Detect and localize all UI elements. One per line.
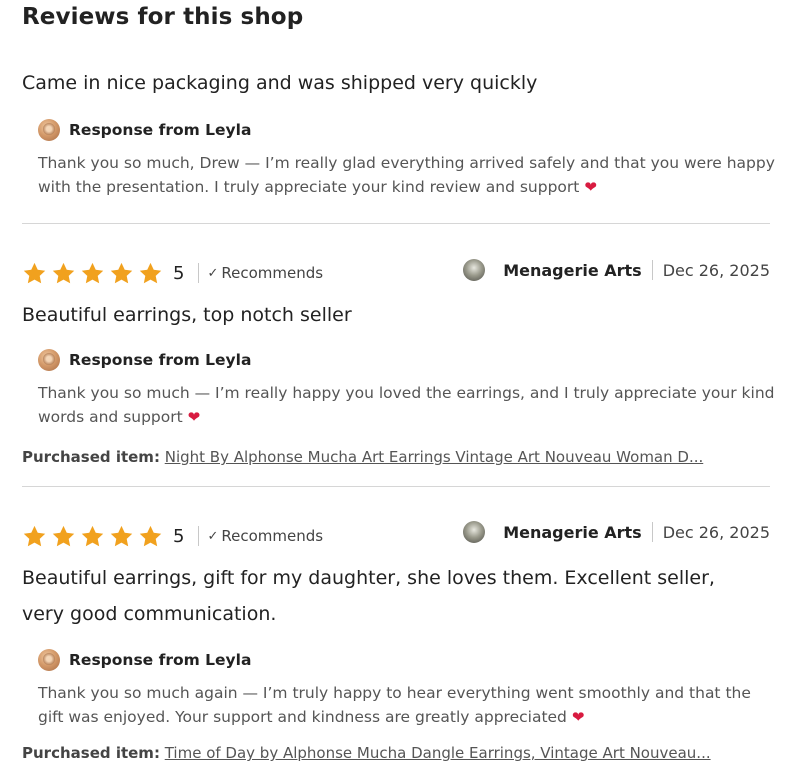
- page-title: Reviews for this shop: [22, 4, 304, 30]
- separator: [651, 522, 653, 542]
- seller-response: Thank you so much, Drew — I’m really gla…: [38, 151, 778, 199]
- star-icon: [51, 261, 76, 286]
- purchased-item: Purchased item: Time of Day by Alphonse …: [22, 744, 770, 762]
- purchased-label: Purchased item:: [22, 448, 160, 466]
- heart-icon: ❤: [187, 408, 201, 426]
- star-icon: [80, 261, 105, 286]
- purchased-label: Purchased item:: [22, 744, 160, 762]
- star-icon: [138, 524, 163, 549]
- seller-avatar: [38, 349, 60, 371]
- seller-response: Thank you so much again — I’m truly happ…: [38, 681, 778, 729]
- star-icon: [22, 524, 47, 549]
- recommends-label: Recommends: [221, 264, 324, 282]
- reviewer-name[interactable]: Menagerie Arts: [503, 523, 642, 542]
- separator: [651, 260, 653, 280]
- recommends-label: Recommends: [221, 527, 324, 545]
- star-rating: [22, 524, 167, 549]
- heart-icon: ❤: [584, 178, 597, 196]
- seller-response-header: Response from Leyla: [38, 119, 251, 141]
- reviewer-avatar[interactable]: [463, 259, 486, 281]
- rating-row: 5 ✓ Recommends: [22, 260, 323, 286]
- recommends-badge: ✓ Recommends: [207, 527, 323, 545]
- star-icon: [138, 261, 163, 286]
- response-text: Thank you so much, Drew — I’m really gla…: [38, 154, 775, 196]
- star-icon: [109, 524, 134, 549]
- star-icon: [22, 261, 47, 286]
- heart-icon: ❤: [571, 708, 585, 726]
- seller-avatar: [38, 119, 60, 141]
- review-text: Beautiful earrings, gift for my daughter…: [22, 567, 715, 625]
- star-icon: [109, 261, 134, 286]
- seller-response-header: Response from Leyla: [38, 349, 251, 371]
- reviewer-avatar[interactable]: [463, 521, 486, 543]
- purchased-item-link[interactable]: Night By Alphonse Mucha Art Earrings Vin…: [165, 448, 704, 466]
- reviewer-info: Menagerie Arts Dec 26, 2025: [463, 257, 770, 283]
- review-date: Dec 26, 2025: [662, 522, 770, 542]
- star-icon: [51, 524, 76, 549]
- star-icon: [80, 524, 105, 549]
- recommends-badge: ✓ Recommends: [207, 264, 323, 282]
- seller-avatar: [38, 649, 60, 671]
- purchased-item: Purchased item: Night By Alphonse Mucha …: [22, 448, 770, 466]
- shop-reviews-section: Reviews for this shop Came in nice packa…: [0, 0, 794, 762]
- response-heading: Response from Leyla: [69, 351, 252, 369]
- purchased-item-link[interactable]: Time of Day by Alphonse Mucha Dangle Ear…: [165, 744, 711, 762]
- review-text: Beautiful earrings, top notch seller: [22, 304, 352, 326]
- reviewer-info: Menagerie Arts Dec 26, 2025: [463, 519, 770, 545]
- reviewer-name[interactable]: Menagerie Arts: [503, 261, 642, 280]
- response-text: Thank you so much — I’m really happy you…: [38, 384, 775, 426]
- check-icon: ✓: [207, 528, 219, 544]
- response-heading: Response from Leyla: [69, 651, 252, 669]
- rating-row: 5 ✓ Recommends: [22, 523, 323, 549]
- separator: [198, 263, 200, 283]
- rating-value: 5: [173, 262, 185, 284]
- check-icon: ✓: [207, 265, 219, 281]
- separator: [198, 526, 200, 546]
- review-date: Dec 26, 2025: [662, 260, 770, 280]
- rating-value: 5: [173, 525, 185, 547]
- star-rating: [22, 261, 167, 286]
- seller-response-header: Response from Leyla: [38, 649, 251, 671]
- review-divider: [22, 223, 770, 224]
- review-divider: [22, 486, 770, 487]
- review-text: Came in nice packaging and was shipped v…: [22, 72, 538, 94]
- seller-response: Thank you so much — I’m really happy you…: [38, 381, 778, 429]
- response-heading: Response from Leyla: [69, 121, 252, 139]
- response-text: Thank you so much again — I’m truly happ…: [38, 684, 751, 726]
